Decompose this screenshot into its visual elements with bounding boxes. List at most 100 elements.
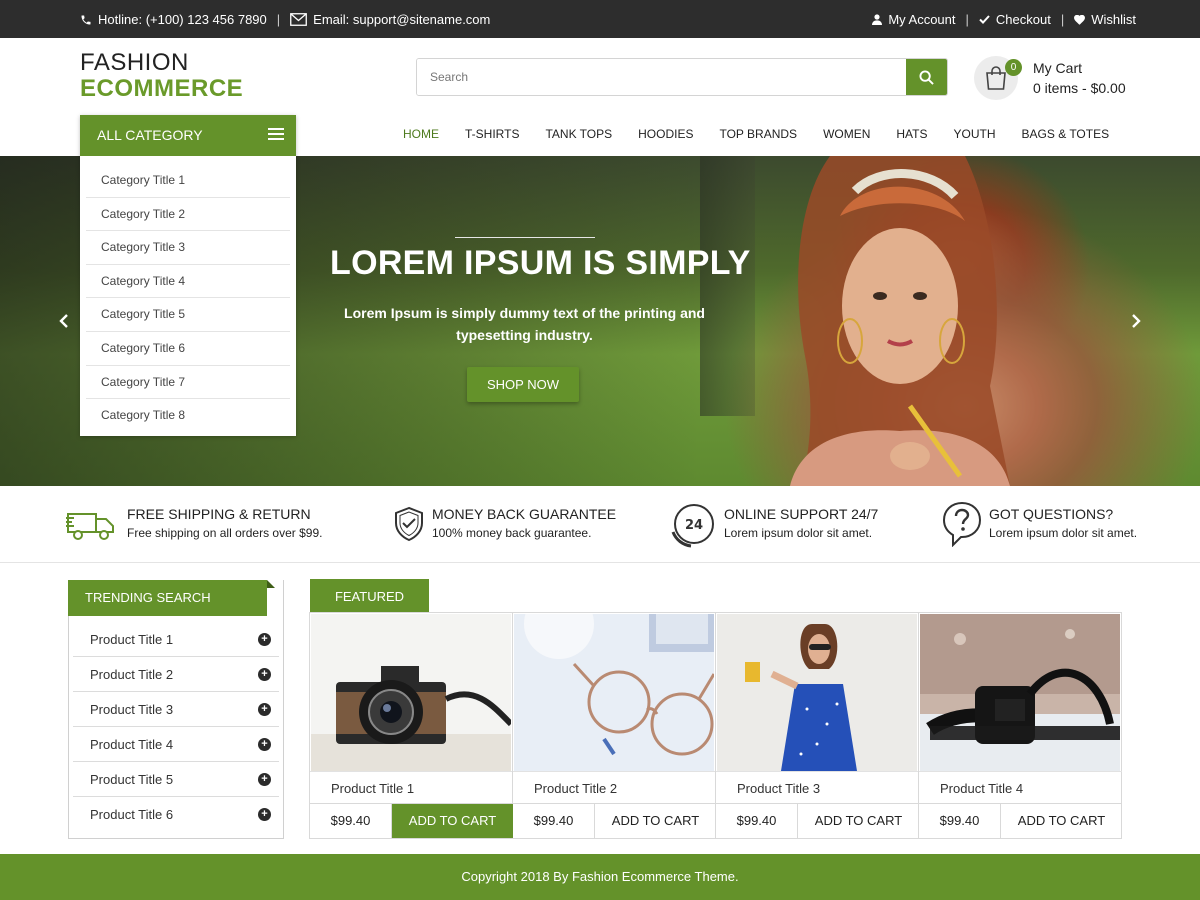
category-item[interactable]: Category Title 5 <box>86 298 290 332</box>
product-image-camera[interactable] <box>311 614 511 771</box>
shopping-bag-icon <box>986 66 1006 90</box>
category-list: Category Title 1 Category Title 2 Catego… <box>80 164 296 433</box>
phone-icon <box>81 15 91 24</box>
plus-icon[interactable]: + <box>258 738 271 751</box>
all-category-menu: ALL CATEGORY Category Title 1 Category T… <box>80 115 296 436</box>
email[interactable]: Email: support@sitename.com <box>290 12 490 27</box>
logo-line-2: ECOMMERCE <box>80 75 244 102</box>
product-title[interactable]: Product Title 1 <box>310 771 512 804</box>
nav-hoodies[interactable]: HOODIES <box>625 127 706 141</box>
category-item[interactable]: Category Title 3 <box>86 231 290 265</box>
add-to-cart-button[interactable]: ADD TO CART <box>798 804 919 838</box>
trending-item-label: Product Title 6 <box>90 807 174 822</box>
product-title[interactable]: Product Title 4 <box>919 771 1122 804</box>
product-price: $99.40 <box>716 804 798 838</box>
trending-item-label: Product Title 3 <box>90 702 174 717</box>
slider-next-arrow[interactable] <box>1129 314 1143 328</box>
feature-text: Lorem ipsum dolor sit amet. <box>989 526 1138 540</box>
trending-item[interactable]: Product Title 2 + <box>73 657 279 692</box>
nav-hats[interactable]: HATS <box>883 127 940 141</box>
wishlist-label: Wishlist <box>1091 12 1136 27</box>
support-24-icon: 24 <box>671 504 714 548</box>
search-button[interactable] <box>906 59 947 95</box>
plus-icon[interactable]: + <box>258 773 271 786</box>
svg-text:24: 24 <box>685 518 703 533</box>
trending-item-label: Product Title 1 <box>90 632 174 647</box>
nav-top-brands[interactable]: TOP BRANDS <box>706 127 810 141</box>
footer: Copyright 2018 By Fashion Ecommerce Them… <box>0 854 1200 900</box>
nav-women[interactable]: WOMEN <box>810 127 883 141</box>
plus-icon[interactable]: + <box>258 668 271 681</box>
chevron-left-icon <box>59 314 68 328</box>
separator: | <box>276 12 281 27</box>
tab-featured[interactable]: FEATURED <box>310 579 429 613</box>
category-item[interactable]: Category Title 2 <box>86 198 290 232</box>
add-to-cart-button[interactable]: ADD TO CART <box>595 804 716 838</box>
nav-bags-totes[interactable]: BAGS & TOTES <box>1009 127 1123 141</box>
chevron-right-icon <box>1132 314 1141 328</box>
nav-t-shirts[interactable]: T-SHIRTS <box>452 127 532 141</box>
trending-item-label: Product Title 5 <box>90 772 174 787</box>
category-item[interactable]: Category Title 8 <box>86 399 290 433</box>
product-image-headphones[interactable] <box>920 614 1120 771</box>
trending-item[interactable]: Product Title 5 + <box>73 762 279 797</box>
user-icon <box>872 14 883 25</box>
headphones-image <box>920 614 1120 771</box>
glasses-image <box>514 614 714 771</box>
product-price: $99.40 <box>513 804 595 838</box>
product-price: $99.40 <box>310 804 392 838</box>
hero-woman-image <box>790 156 1010 486</box>
question-bubble-icon <box>942 501 982 547</box>
my-account-label: My Account <box>888 12 956 27</box>
cart-summary: 0 items - $0.00 <box>1033 80 1126 96</box>
trending-search-title: TRENDING SEARCH <box>68 580 267 616</box>
my-account-link[interactable]: My Account <box>872 12 956 27</box>
cart-count-badge: 0 <box>1005 59 1022 76</box>
feature-title: FREE SHIPPING & RETURN <box>127 506 311 522</box>
product-title[interactable]: Product Title 3 <box>716 771 918 804</box>
checkout-link[interactable]: Checkout <box>979 12 1051 27</box>
product-card: Product Title 3 $99.40 ADD TO CART <box>716 613 919 838</box>
product-image-glasses[interactable] <box>514 614 714 771</box>
nav-home[interactable]: HOME <box>390 127 452 141</box>
trending-item[interactable]: Product Title 6 + <box>73 797 279 832</box>
shop-now-button[interactable]: SHOP NOW <box>467 367 579 402</box>
plus-icon[interactable]: + <box>258 703 271 716</box>
heart-icon <box>1074 14 1086 25</box>
product-title[interactable]: Product Title 2 <box>513 771 715 804</box>
nav-tank-tops[interactable]: TANK TOPS <box>532 127 625 141</box>
trending-item[interactable]: Product Title 3 + <box>73 692 279 727</box>
trending-item-label: Product Title 2 <box>90 667 174 682</box>
trending-item[interactable]: Product Title 4 + <box>73 727 279 762</box>
product-card: Product Title 2 $99.40 ADD TO CART <box>513 613 716 838</box>
category-item[interactable]: Category Title 7 <box>86 366 290 400</box>
product-image-woman[interactable] <box>717 614 917 771</box>
hero-background-tree <box>700 156 755 416</box>
all-category-header[interactable]: ALL CATEGORY <box>80 115 296 156</box>
category-item[interactable]: Category Title 1 <box>86 164 290 198</box>
category-item[interactable]: Category Title 4 <box>86 265 290 299</box>
category-item[interactable]: Category Title 6 <box>86 332 290 366</box>
separator: | <box>1060 12 1065 27</box>
plus-icon[interactable]: + <box>258 633 271 646</box>
feature-text: Lorem ipsum dolor sit amet. <box>724 526 873 540</box>
trending-item[interactable]: Product Title 1 + <box>73 622 279 657</box>
search-input[interactable] <box>417 59 906 95</box>
top-bar: Hotline: (+100) 123 456 7890 | Email: su… <box>0 0 1200 38</box>
product-card: Product Title 1 $99.40 ADD TO CART <box>310 613 513 838</box>
slider-prev-arrow[interactable] <box>57 314 71 328</box>
site-logo[interactable]: FASHION ECOMMERCE <box>80 50 243 102</box>
nav-youth[interactable]: YOUTH <box>941 127 1009 141</box>
feature-text: Free shipping on all orders over $99. <box>127 526 323 540</box>
add-to-cart-button[interactable]: ADD TO CART <box>1001 804 1122 838</box>
truck-icon <box>66 513 114 540</box>
plus-icon[interactable]: + <box>258 808 271 821</box>
feature-title: ONLINE SUPPORT 24/7 <box>724 506 879 522</box>
add-to-cart-button[interactable]: ADD TO CART <box>392 804 513 838</box>
woman-in-blue-dress-image <box>717 614 917 771</box>
checkout-label: Checkout <box>995 12 1051 27</box>
logo-line-1: FASHION <box>80 49 189 76</box>
wishlist-link[interactable]: Wishlist <box>1074 12 1136 27</box>
product-card: Product Title 4 $99.40 ADD TO CART <box>919 613 1122 838</box>
trending-list: Product Title 1 + Product Title 2 + Produc… <box>73 622 279 832</box>
